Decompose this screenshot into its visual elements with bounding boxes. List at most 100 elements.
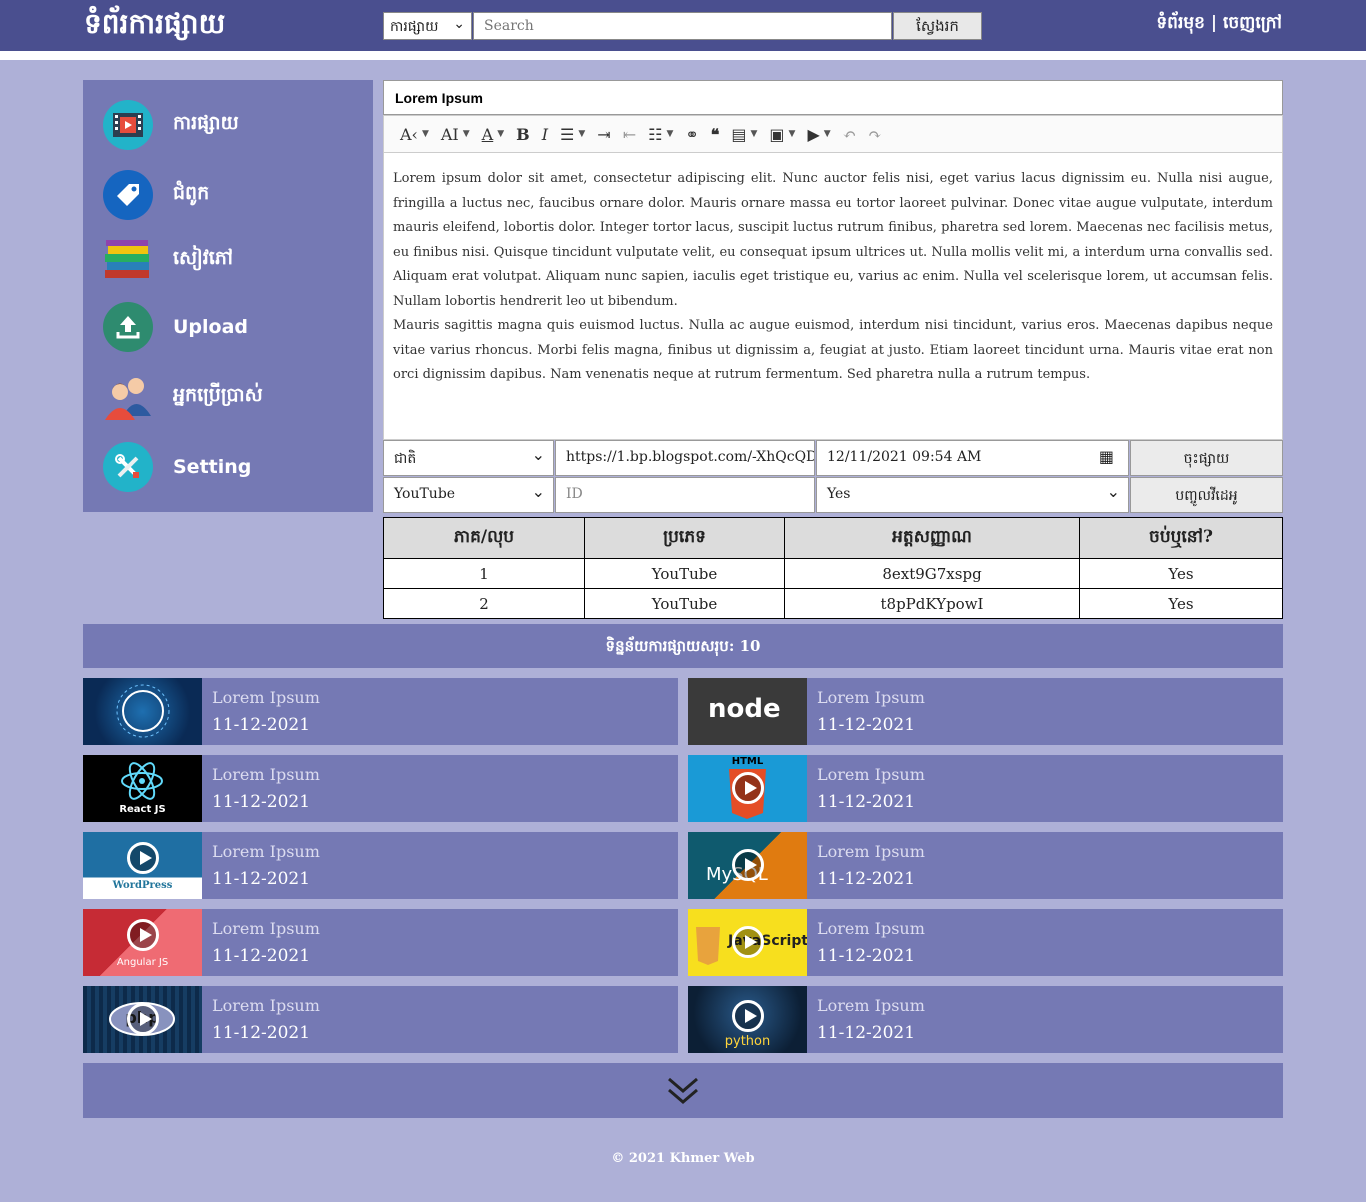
- play-icon: [732, 1000, 764, 1032]
- video-item[interactable]: JavaScript Lorem Ipsum 11-12-2021: [688, 909, 1283, 976]
- embed-button[interactable]: ▤ ▼: [725, 115, 763, 153]
- thumbnail-url-value: https://1.bp.blogspot.com/-XhQcQDNIh: [566, 449, 814, 465]
- redo-button[interactable]: ↷: [862, 115, 887, 153]
- font-style-button[interactable]: A‹ ▼: [394, 115, 435, 153]
- table-cell-episode[interactable]: 2: [383, 588, 585, 619]
- video-title: Lorem Ipsum: [212, 919, 320, 938]
- sidebar-item-books[interactable]: សៀវភៅ: [103, 233, 233, 287]
- editor-paragraph: Mauris sagittis magna quis euismod luctu…: [393, 318, 1273, 382]
- media-icon: ▶: [807, 124, 820, 144]
- chevron-down-icon: ▼: [578, 129, 586, 139]
- table-header: ប្រភេទ: [584, 517, 785, 559]
- bullet-list-button[interactable]: ☰ ▼: [554, 115, 591, 153]
- editor-content[interactable]: Lorem ipsum dolor sit amet, consectetur …: [383, 153, 1283, 440]
- image-button[interactable]: ▣ ▼: [763, 115, 801, 153]
- video-date: 11-12-2021: [212, 946, 311, 966]
- video-thumbnail: MySQL: [688, 832, 807, 899]
- logout-link[interactable]: ចេញក្រៅ: [1223, 13, 1282, 33]
- chevron-down-icon: ▼: [666, 129, 674, 139]
- thumbnail-text: node: [708, 694, 781, 724]
- indent-button[interactable]: ⇥: [591, 115, 616, 153]
- thumbnail-text: HTML: [731, 756, 764, 767]
- image-icon: ▣: [769, 124, 785, 144]
- play-icon: [127, 919, 159, 951]
- undo-button[interactable]: ↶: [837, 115, 862, 153]
- sidebar-item-setting[interactable]: Setting: [103, 440, 251, 494]
- table-header: អត្តសញ្ញាណ: [784, 517, 1080, 559]
- table-cell-id: 8ext9G7xspg: [784, 558, 1080, 589]
- home-link[interactable]: ទំព័រមុខ: [1156, 13, 1205, 33]
- sidebar-item-label: Setting: [173, 456, 252, 478]
- thumbnail-url-input[interactable]: https://1.bp.blogspot.com/-XhQcQDNIh: [555, 440, 815, 476]
- video-item[interactable]: MySQL Lorem Ipsum 11-12-2021: [688, 832, 1283, 899]
- video-title: Lorem Ipsum: [212, 765, 320, 784]
- site-title[interactable]: ទំព័រការផ្សាយ: [84, 6, 225, 47]
- source-dropdown[interactable]: YouTube: [383, 477, 554, 513]
- video-date: 11-12-2021: [212, 792, 311, 812]
- top-header: ទំព័រការផ្សាយ ការផ្សាយ ⌄ ស្វែងរក ទំព័រមុ…: [0, 0, 1366, 51]
- sidebar-item-label: ជំពូក: [173, 182, 210, 204]
- video-title: Lorem Ipsum: [817, 919, 925, 938]
- sidebar-item-upload[interactable]: Upload: [103, 300, 248, 354]
- numbered-list-button[interactable]: ☷ ▼: [642, 115, 679, 153]
- thumbnail-text: python: [724, 1034, 771, 1049]
- italic-button[interactable]: I: [536, 115, 554, 153]
- link-button[interactable]: ⚭: [679, 115, 704, 153]
- double-chevron-down-icon: [668, 1077, 698, 1104]
- video-id-placeholder: ID: [566, 486, 583, 502]
- video-item[interactable]: Angular JS Lorem Ipsum 11-12-2021: [83, 909, 678, 976]
- add-video-button[interactable]: បញ្ចូលវីដេអូ: [1130, 477, 1283, 513]
- outdent-icon: ⇤: [622, 124, 637, 144]
- total-count-bar: ទិន្នន័យការផ្សាយសរុប: 10: [83, 624, 1283, 668]
- chevron-down-icon: ⌄: [453, 16, 465, 32]
- quote-button[interactable]: ❝: [705, 115, 726, 153]
- media-button[interactable]: ▶ ▼: [801, 115, 836, 153]
- table-cell-ended: Yes: [1079, 588, 1283, 619]
- category-dropdown[interactable]: ជាតិ: [383, 440, 554, 476]
- end-status-value: Yes: [827, 486, 851, 502]
- outdent-button[interactable]: ⇤: [617, 115, 642, 153]
- sidebar-item-users[interactable]: អ្នកប្រើប្រាស់: [103, 370, 263, 424]
- video-date: 11-12-2021: [212, 715, 311, 735]
- table-cell-type: YouTube: [584, 558, 785, 589]
- episodes-table: ភាគ/លុប ប្រភេទ អត្តសញ្ញាណ ចប់ឬនៅ? 1 YouT…: [383, 517, 1283, 619]
- publish-button[interactable]: ចុះផ្សាយ: [1130, 440, 1283, 476]
- play-icon: [732, 849, 764, 881]
- video-icon: [103, 100, 153, 150]
- video-title: Lorem Ipsum: [817, 765, 925, 784]
- video-item[interactable]: node Lorem Ipsum 11-12-2021: [688, 678, 1283, 745]
- table-cell-episode[interactable]: 1: [383, 558, 585, 589]
- video-item[interactable]: python Lorem Ipsum 11-12-2021: [688, 986, 1283, 1053]
- video-item[interactable]: React JS Lorem Ipsum 11-12-2021: [83, 755, 678, 822]
- search-button[interactable]: ស្វែងរក: [893, 12, 982, 40]
- sidebar-item-category[interactable]: ជំពូក: [103, 168, 209, 222]
- sidebar-item-label: អ្នកប្រើប្រាស់: [173, 384, 263, 406]
- bold-button[interactable]: B: [510, 115, 536, 153]
- category-select[interactable]: ការផ្សាយ ⌄: [383, 12, 472, 40]
- indent-icon: ⇥: [597, 124, 611, 144]
- font-color-button[interactable]: A ▼: [476, 115, 510, 153]
- table-row: 2 YouTube t8pPdKYpowI Yes: [383, 588, 1283, 619]
- play-icon: [127, 1003, 159, 1035]
- top-links: ទំព័រមុខ | ចេញក្រៅ: [1156, 12, 1282, 37]
- video-date: 11-12-2021: [817, 792, 916, 812]
- search-input[interactable]: [473, 12, 892, 40]
- video-id-input[interactable]: ID: [555, 477, 815, 513]
- link-icon: ⚭: [685, 124, 699, 144]
- table-header: ភាគ/លុប: [383, 517, 585, 559]
- load-more-button[interactable]: [83, 1063, 1283, 1118]
- video-item[interactable]: Lorem Ipsum 11-12-2021: [83, 678, 678, 745]
- table-header-row: ភាគ/លុប ប្រភេទ អត្តសញ្ញាណ ចប់ឬនៅ?: [383, 517, 1283, 559]
- end-status-dropdown[interactable]: Yes: [816, 477, 1129, 513]
- upload-icon: [103, 302, 153, 352]
- video-item[interactable]: php Lorem Ipsum 11-12-2021: [83, 986, 678, 1053]
- sidebar-item-broadcast[interactable]: ការផ្សាយ: [103, 98, 239, 152]
- video-item[interactable]: WordPress Lorem Ipsum 11-12-2021: [83, 832, 678, 899]
- calendar-icon[interactable]: ▦: [1099, 447, 1114, 466]
- post-title-input[interactable]: [383, 80, 1283, 115]
- font-size-button[interactable]: AI ▼: [435, 115, 476, 153]
- video-item[interactable]: HTML Lorem Ipsum 11-12-2021: [688, 755, 1283, 822]
- bold-icon: B: [516, 124, 530, 144]
- datetime-input[interactable]: 12/11/2021 09:54 AM ▦: [816, 440, 1129, 476]
- video-date: 11-12-2021: [817, 869, 916, 889]
